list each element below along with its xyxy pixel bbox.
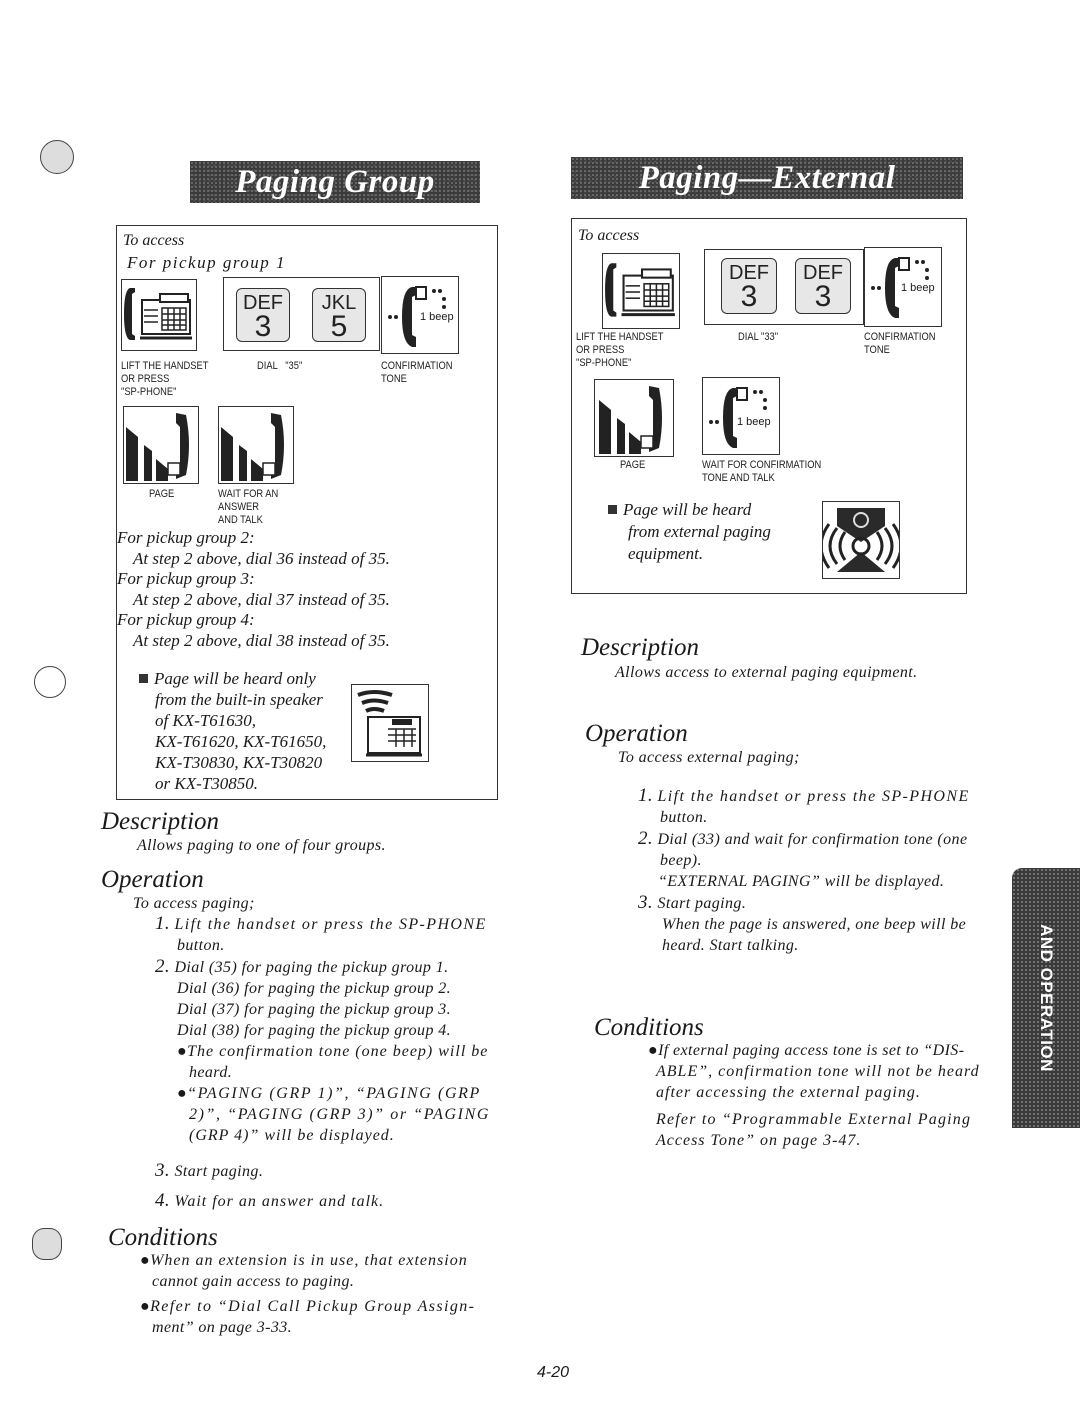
right-conditions-heading: Conditions: [594, 1014, 704, 1041]
beep-label: 1 beep: [737, 416, 771, 428]
page-handset-icon: [126, 413, 189, 481]
operation-step: 2. Dial (35) for paging the pickup group…: [155, 956, 452, 1039]
left-operation-intro: To access paging;: [133, 895, 255, 912]
condition-item: ●When an extension is in use, that exten…: [140, 1252, 468, 1290]
telephone-icon: [605, 263, 675, 317]
operation-step: 3. Start paging.: [155, 1160, 264, 1181]
left-step-talk: [218, 406, 294, 484]
note-square-icon: [139, 674, 148, 683]
side-tab-label: AND OPERATION: [1037, 924, 1056, 1072]
right-access-heading: To access: [578, 227, 640, 244]
left-speaker-note: Page will be heard only from the built-i…: [139, 668, 369, 794]
right-description-heading: Description: [581, 634, 700, 661]
right-operation-steps: 1. Lift the handset or press the SP-PHON…: [638, 785, 1018, 956]
right-step-page: [594, 379, 674, 457]
dial-key: JKL 5: [312, 288, 366, 342]
right-step-wait-label: WAIT FOR CONFIRMATION TONE AND TALK: [702, 459, 822, 484]
operation-step: 1. Lift the handset or press the SP-PHON…: [638, 785, 970, 826]
left-step-lift-handset: [121, 279, 197, 351]
operation-bullet: ●The confirmation tone (one beep) will b…: [177, 1043, 489, 1081]
talk-handset-icon: [221, 413, 284, 481]
speakerphone-icon: [357, 690, 422, 757]
right-conditions-list: ●If external paging access tone is set t…: [648, 1040, 1018, 1151]
left-operation-steps: 1. Lift the handset or press the SP-PHON…: [155, 913, 525, 1212]
speaker-phone-icon-box: [351, 684, 429, 762]
left-step-page-label: PAGE: [149, 488, 175, 500]
note-square-icon: [608, 505, 617, 514]
left-section-title: Paging Group: [235, 163, 435, 200]
dial-key: DEF 3: [236, 288, 290, 342]
right-step-dial-keys: DEF 3 DEF 3: [704, 249, 864, 325]
operation-bullet: ●“PAGING (GRP 1)”, “PAGING (GRP 2)”, “PA…: [177, 1085, 491, 1144]
binder-hole-middle: [34, 666, 66, 698]
left-access-box: To access For pickup group 1 DEF 3 JKL 5: [116, 225, 498, 800]
binder-hole-top: [40, 140, 74, 174]
left-step-dial-label: DIAL "35": [257, 360, 303, 372]
right-section-title: Paging—External: [638, 159, 896, 196]
right-step-dial-label: DIAL "33": [738, 331, 779, 343]
binder-hole-bottom: [32, 1228, 62, 1260]
right-section-banner: Paging—External: [571, 157, 963, 199]
right-step-confirmation-tone: 1 beep: [864, 247, 942, 327]
left-description-heading: Description: [101, 808, 220, 835]
right-step-page-label: PAGE: [620, 459, 646, 471]
left-step-confirmation-label: CONFIRMATION TONE: [381, 360, 453, 385]
left-step-confirmation-tone: 1 beep: [381, 276, 459, 354]
page-number: 4-20: [537, 1364, 570, 1381]
section-side-tab: AND OPERATION: [1012, 868, 1080, 1128]
right-step-confirmation-label: CONFIRMATION TONE: [864, 331, 936, 356]
right-operation-heading: Operation: [585, 720, 688, 747]
condition-item: ●If external paging access tone is set t…: [648, 1042, 980, 1101]
page-handset-icon: [599, 386, 662, 454]
beep-label: 1 beep: [901, 282, 935, 294]
left-step-talk-label: WAIT FOR AN ANSWER AND TALK: [218, 488, 279, 526]
dial-key: DEF 3: [721, 258, 777, 314]
condition-item: ●Refer to “Dial Call Pickup Group Assign…: [140, 1298, 476, 1336]
dial-key: DEF 3: [795, 258, 851, 314]
beep-label: 1 beep: [420, 311, 454, 323]
left-section-banner: Paging Group: [190, 161, 480, 203]
left-operation-heading: Operation: [101, 866, 204, 893]
right-description-text: Allows access to external paging equipme…: [615, 664, 918, 681]
operation-step: 4. Wait for an answer and talk.: [155, 1190, 385, 1211]
right-operation-intro: To access external paging;: [618, 749, 800, 766]
operation-display-note: “EXTERNAL PAGING” will be displayed.: [658, 873, 945, 890]
right-step-lift-label: LIFT THE HANDSET OR PRESS "SP-PHONE": [576, 331, 664, 369]
right-step-wait-confirmation: 1 beep: [702, 377, 780, 455]
operation-step: 2. Dial (33) and wait for confirmation t…: [638, 828, 968, 869]
operation-step: 3. Start paging. When the page is answer…: [638, 892, 967, 954]
left-access-heading: To access: [123, 232, 185, 249]
left-access-subheading: For pickup group 1: [127, 253, 287, 272]
condition-refer: Refer to “Programmable External Paging A…: [656, 1111, 972, 1149]
external-speaker-icon-box: [819, 501, 903, 579]
left-step-page: [123, 406, 199, 484]
left-other-groups: For pickup group 2: At step 2 above, dia…: [117, 528, 390, 650]
right-access-box: To access DEF 3 DEF 3 1 beep LIFT THE HA…: [571, 218, 967, 594]
telephone-icon: [124, 288, 192, 340]
right-step-lift-handset: [602, 253, 680, 329]
left-description-text: Allows paging to one of four groups.: [137, 837, 386, 854]
left-conditions-list: ●When an extension is in use, that exten…: [140, 1250, 520, 1338]
operation-step: 1. Lift the handset or press the SP-PHON…: [155, 913, 487, 954]
left-conditions-heading: Conditions: [108, 1224, 218, 1251]
right-external-note: Page will be heard from external paging …: [608, 499, 828, 565]
left-step-lift-label: LIFT THE HANDSET OR PRESS "SP-PHONE": [121, 360, 209, 398]
left-step-dial-keys: DEF 3 JKL 5: [223, 277, 380, 351]
external-speaker-icon: [819, 508, 903, 572]
